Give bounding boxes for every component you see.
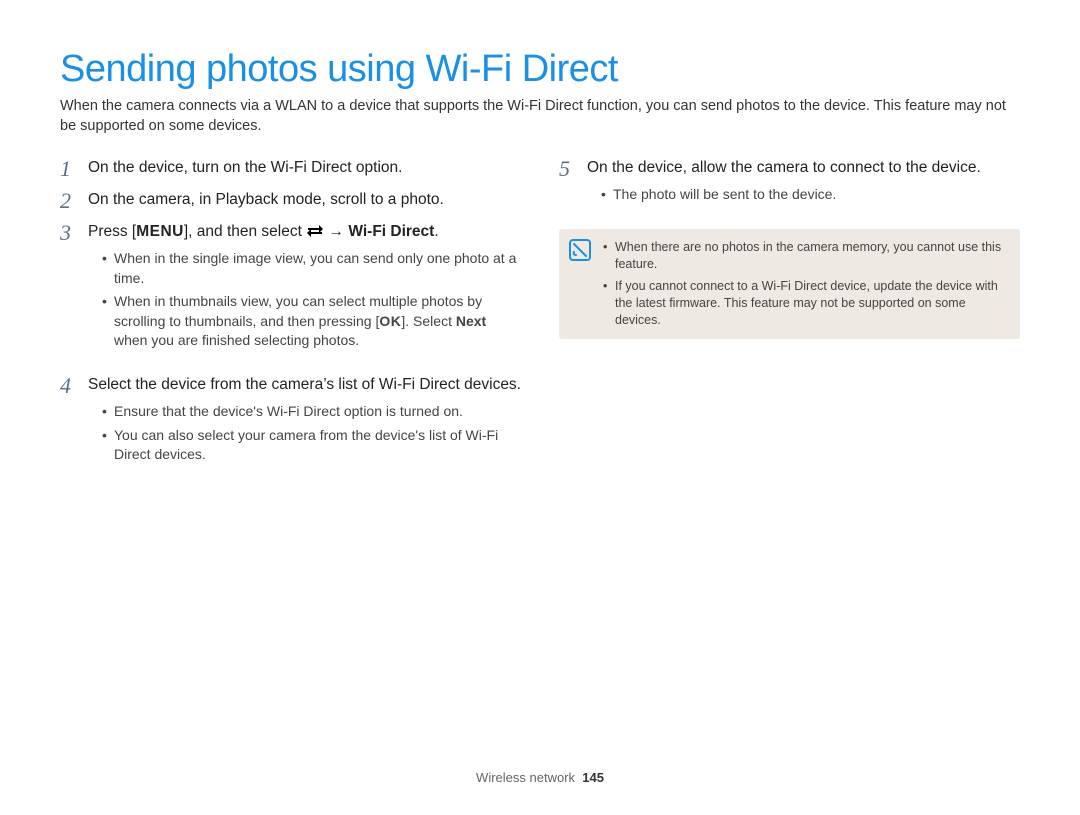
sub-list: Ensure that the device's Wi-Fi Direct op…: [88, 402, 521, 465]
step-4: 4 Select the device from the camera’s li…: [60, 375, 521, 479]
step-text: Press [MENU], and then select → Wi-Fi Di…: [88, 222, 521, 365]
step-3: 3 Press [MENU], and then select → Wi-Fi …: [60, 222, 521, 365]
step-number: 4: [60, 375, 78, 479]
sub-item: You can also select your camera from the…: [102, 426, 521, 465]
text-fragment: ], and then select: [184, 223, 306, 240]
step-text: Select the device from the camera’s list…: [88, 375, 521, 479]
page-footer: Wireless network 145: [0, 770, 1080, 785]
ok-label: OK: [379, 313, 401, 329]
next-label: Next: [456, 313, 486, 329]
right-column: 5 On the device, allow the camera to con…: [559, 158, 1020, 489]
note-item: If you cannot connect to a Wi-Fi Direct …: [603, 278, 1006, 329]
step-number: 1: [60, 158, 78, 180]
manual-page: Sending photos using Wi-Fi Direct When t…: [0, 0, 1080, 815]
text-fragment: .: [434, 223, 438, 240]
sub-item: When in thumbnails view, you can select …: [102, 292, 521, 351]
note-list: When there are no photos in the camera m…: [603, 239, 1006, 329]
step-number: 3: [60, 222, 78, 365]
step-text: On the camera, in Playback mode, scroll …: [88, 190, 521, 212]
note-box: When there are no photos in the camera m…: [559, 229, 1020, 339]
sub-item: Ensure that the device's Wi-Fi Direct op…: [102, 402, 521, 422]
step-text: On the device, allow the camera to conne…: [587, 158, 1020, 219]
text-fragment: when you are finished selecting photos.: [114, 332, 359, 348]
swap-icon: [306, 223, 324, 239]
sub-item: When in the single image view, you can s…: [102, 249, 521, 288]
page-number: 145: [582, 770, 604, 785]
page-title: Sending photos using Wi-Fi Direct: [60, 48, 1020, 91]
text-fragment: Select the device from the camera’s list…: [88, 376, 521, 393]
step-1: 1 On the device, turn on the Wi-Fi Direc…: [60, 158, 521, 180]
sub-item: The photo will be sent to the device.: [601, 185, 1020, 205]
text-fragment: On the device, allow the camera to conne…: [587, 159, 981, 176]
text-fragment: ]. Select: [401, 313, 455, 329]
arrow-separator: →: [324, 223, 348, 240]
text-fragment: Press [: [88, 223, 136, 240]
sub-list: When in the single image view, you can s…: [88, 249, 521, 351]
step-2: 2 On the camera, in Playback mode, scrol…: [60, 190, 521, 212]
step-5: 5 On the device, allow the camera to con…: [559, 158, 1020, 219]
intro-paragraph: When the camera connects via a WLAN to a…: [60, 97, 1020, 136]
step-number: 5: [559, 158, 577, 219]
note-icon: [569, 239, 591, 261]
columns: 1 On the device, turn on the Wi-Fi Direc…: [60, 158, 1020, 489]
menu-path-bold: Wi-Fi Direct: [348, 223, 434, 240]
step-text: On the device, turn on the Wi-Fi Direct …: [88, 158, 521, 180]
footer-section: Wireless network: [476, 770, 575, 785]
menu-label: MENU: [136, 223, 184, 240]
step-number: 2: [60, 190, 78, 212]
left-column: 1 On the device, turn on the Wi-Fi Direc…: [60, 158, 521, 489]
sub-list: The photo will be sent to the device.: [587, 185, 1020, 205]
note-item: When there are no photos in the camera m…: [603, 239, 1006, 273]
